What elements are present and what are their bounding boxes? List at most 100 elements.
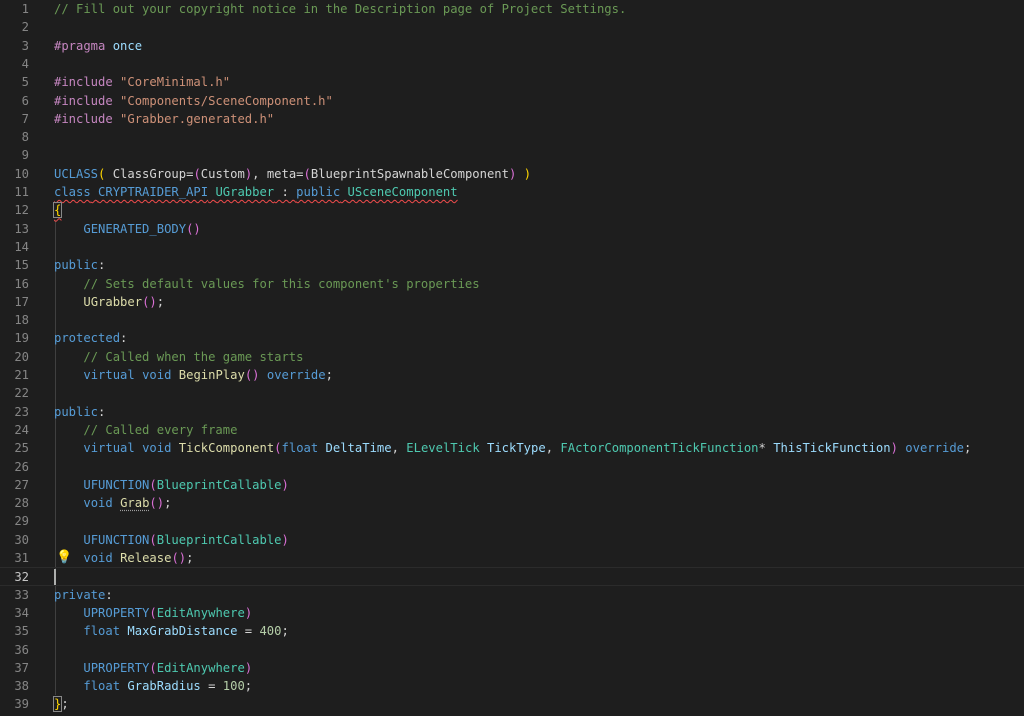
code-line[interactable]: 37 UPROPERTY(EditAnywhere) [0,659,1024,677]
code-token: ( [149,532,157,547]
code-token: * [758,441,774,456]
code-token: once [112,38,143,53]
code-line[interactable]: 29 [0,512,1024,530]
code-line[interactable]: 16 // Sets default values for this compo… [0,275,1024,293]
line-number: 3 [21,38,29,53]
code-text: GENERATED_BODY() [54,220,200,238]
code-token: UGrabber [83,294,143,309]
code-token: protected [54,331,121,346]
code-line[interactable]: 12 { [0,201,1024,219]
code-token: () [149,496,165,511]
code-line[interactable]: 35 float MaxGrabDistance = 400; [0,622,1024,640]
code-line[interactable]: 36 [0,641,1024,659]
code-token: // Fill out your copyright notice in the… [54,2,627,16]
code-line[interactable]: 23 public: [0,403,1024,421]
code-token: override [266,368,326,382]
code-line[interactable]: 7 #include "Grabber.generated.h" [0,110,1024,128]
code-line[interactable]: 25 virtual void TickComponent(float Delt… [0,439,1024,457]
code-line[interactable]: 3 #pragma once [0,37,1024,55]
code-token: void [142,368,172,382]
code-token: : [120,331,128,346]
code-token: ) [890,441,898,456]
code-line[interactable]: 38 float GrabRadius = 100; [0,677,1024,695]
code-line[interactable]: 5 #include "CoreMinimal.h" [0,73,1024,91]
code-line[interactable]: 31 void Release(); 💡 [0,549,1024,567]
code-token: ( [303,166,311,181]
code-line[interactable]: 9 [0,146,1024,164]
code-line[interactable]: 27 UFUNCTION(BlueprintCallable) [0,476,1024,494]
code-token: : [98,404,106,419]
code-token: EditAnywhere [156,605,245,620]
code-line[interactable]: 33 private: [0,586,1024,604]
code-token: ; [281,624,289,639]
code-line[interactable]: 2 [0,18,1024,36]
code-line[interactable]: 28 void Grab(); [0,494,1024,512]
code-line[interactable]: 22 [0,384,1024,402]
code-editor[interactable]: 1 // Fill out your copyright notice in th… [0,0,1024,716]
code-token: BeginPlay [178,368,245,382]
line-number: 28 [14,496,29,511]
code-token: ThisTickFunction [773,441,891,456]
code-line[interactable]: 20 // Called when the game starts [0,348,1024,366]
code-token: #include [54,93,113,108]
code-line[interactable]: 19 protected: [0,329,1024,347]
line-number: 12 [14,203,29,218]
line-number: 4 [21,56,29,71]
code-token: float [83,679,121,694]
code-line[interactable]: 18 [0,311,1024,329]
code-token: : [274,185,297,199]
code-token: "CoreMinimal.h" [120,75,231,90]
code-line[interactable]: 15 public: [0,256,1024,274]
code-token: = [200,679,223,694]
line-number: 36 [14,642,29,657]
code-line[interactable]: 8 [0,128,1024,146]
code-text: virtual void TickComponent(float DeltaTi… [54,439,971,457]
code-text: #include "CoreMinimal.h" [54,73,230,91]
code-token: UPROPERTY [83,660,150,675]
code-line[interactable]: 11 class CRYPTRAIDER_API UGrabber : publi… [0,183,1024,201]
code-line[interactable]: 26 [0,458,1024,476]
line-number: 11 [14,185,29,199]
line-number: 2 [21,20,29,35]
code-token: 100 [222,679,245,694]
lightbulb-icon[interactable]: 💡 [56,549,72,567]
code-token: class [54,185,91,199]
code-token: UCLASS [54,166,99,181]
code-line[interactable]: 24 // Called every frame [0,421,1024,439]
code-line[interactable]: 14 [0,238,1024,256]
code-token: ( [149,605,157,620]
code-line[interactable]: 34 UPROPERTY(EditAnywhere) [0,604,1024,622]
line-number: 29 [14,514,29,529]
code-line[interactable]: 13 GENERATED_BODY() [0,220,1024,238]
code-line[interactable]: 32 [0,567,1024,586]
code-line[interactable]: 6 #include "Components/SceneComponent.h" [0,92,1024,110]
code-token: ) [244,660,253,675]
line-number: 6 [21,93,29,108]
code-token: BlueprintCallable [156,477,282,492]
code-line[interactable]: 30 UFUNCTION(BlueprintCallable) [0,531,1024,549]
code-line[interactable]: 10 UCLASS( ClassGroup=(Custom), meta=(Blu… [0,165,1024,183]
code-line[interactable]: 21 virtual void BeginPlay() override; [0,366,1024,384]
code-token: FActorComponentTickFunction [560,441,759,456]
code-token: , [391,441,407,456]
code-token: DeltaTime [325,441,392,456]
code-line[interactable]: 39}; [0,695,1024,713]
code-token: private [54,587,106,602]
code-token: ; [964,441,972,456]
code-token: EditAnywhere [156,660,245,675]
line-number: 17 [14,294,29,309]
code-token: float [83,624,121,639]
code-line[interactable]: 4 [0,55,1024,73]
code-token: ) [281,477,289,492]
code-line[interactable]: 17 UGrabber(); [0,293,1024,311]
code-line[interactable]: 1 // Fill out your copyright notice in th… [0,0,1024,18]
line-number: 20 [14,349,29,364]
